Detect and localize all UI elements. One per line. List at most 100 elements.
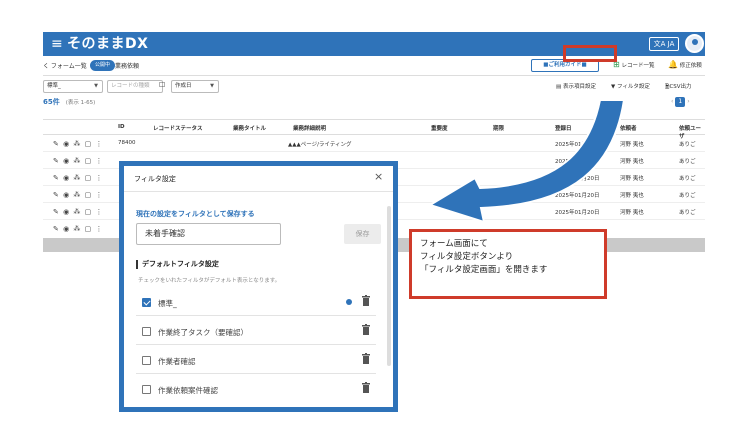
filter-item-label: 作業依頼案件確認 — [158, 386, 218, 395]
revision-request-label: 修正依頼 — [679, 63, 702, 69]
filter-item-label: 作業終了タスク（要確認） — [158, 328, 248, 337]
cell-requester: 河野 夷也 — [620, 210, 644, 216]
callout-line: フォーム画面にて — [420, 239, 488, 249]
default-indicator-icon — [346, 299, 352, 305]
trash-icon[interactable] — [362, 353, 370, 364]
cell-user: ありご — [679, 193, 696, 199]
cell-date: 2025年01月20日 — [555, 159, 600, 165]
column-header[interactable]: 登録日 — [555, 124, 572, 132]
cell-user: ありご — [679, 142, 696, 148]
record-list-label: レコード一覧 — [621, 63, 655, 69]
filter-list-item[interactable]: 作業終了タスク（要確認） — [136, 319, 376, 345]
trash-icon[interactable] — [362, 324, 370, 335]
checkbox[interactable] — [142, 385, 151, 394]
cell-date: 2025年01月20日 — [555, 142, 600, 148]
bell-icon: 🔔 — [668, 60, 678, 69]
column-header[interactable]: 業務詳細説明 — [293, 124, 326, 132]
menu-icon[interactable]: ≡ — [51, 35, 63, 53]
table-row[interactable]: ✎ ◉ ⁂ ▢ ⋮ 78400 ▲▲▲ページ/ライティング 2025年01月20… — [43, 136, 705, 152]
filter-name-input[interactable]: 未着手確認 — [136, 223, 281, 245]
filter-icon: ▼ — [611, 84, 616, 90]
cell-user: ありご — [679, 176, 696, 182]
cell-detail: ▲▲▲ページ/ライティング — [288, 142, 352, 148]
cell-requester: 河野 夷也 — [620, 176, 644, 182]
status-badge: 公開中 — [90, 60, 116, 71]
column-header[interactable]: レコードステータス — [153, 124, 203, 132]
filter-bar: 標準_ ▼ レコードの種類 ☐ 作成日 ▼ ▤ 表示項目設定 ▼ フィルタ設定 🗎C… — [43, 80, 705, 94]
row-action-icons[interactable]: ✎ ◉ ⁂ ▢ ⋮ — [53, 140, 104, 148]
modal-title: フィルタ設定 — [134, 175, 176, 183]
callout-line: フィルタ設定ボタンより — [420, 252, 514, 262]
filter-settings-label: フィルタ設定 — [616, 84, 650, 90]
filter-settings-modal: フィルタ設定 × 現在の設定をフィルタとして保存する 未着手確認 保存 デフォル… — [119, 161, 398, 412]
pagination: ‹ 1 › — [671, 97, 690, 107]
calendar-icon[interactable]: ☐ — [159, 81, 165, 89]
date-select[interactable]: 作成日 ▼ — [171, 80, 219, 93]
count-range: (表示 1-65) — [65, 100, 96, 106]
column-header[interactable]: 業務タイトル — [233, 124, 266, 132]
revision-request-button[interactable]: 🔔 修正依頼 — [668, 60, 702, 69]
filter-item-label: 作業者確認 — [158, 357, 196, 366]
view-select[interactable]: 標準_ ▼ — [43, 80, 103, 93]
row-action-icons[interactable]: ✎ ◉ ⁂ ▢ ⋮ — [53, 174, 104, 182]
cell-id: 78400 — [118, 140, 136, 146]
filter-settings-button[interactable]: ▼ フィルタ設定 — [611, 82, 650, 90]
cell-date: 2025年01月20日 — [555, 193, 600, 199]
display-settings-label: 表示項目設定 — [562, 84, 596, 90]
csv-export-button[interactable]: 🗎CSV出力 — [665, 82, 692, 92]
filter-list-item[interactable]: 標準_ — [136, 290, 376, 316]
close-icon[interactable]: × — [374, 171, 383, 183]
filter-list-item[interactable]: 作業依頼案件確認 — [136, 377, 376, 403]
trash-icon[interactable] — [362, 295, 370, 306]
save-button[interactable]: 保存 — [344, 224, 381, 244]
cell-requester: 河野 夷也 — [620, 142, 644, 148]
app-title: そのままDX — [67, 36, 149, 52]
default-filter-description: チェックをいれたフィルタがデフォルト表示となります。 — [138, 278, 281, 284]
filter-item-label: 標準_ — [158, 299, 177, 308]
view-select-value: 標準_ — [47, 83, 61, 89]
keyword-placeholder: レコードの種類 — [111, 83, 150, 89]
column-header[interactable]: ID — [118, 124, 125, 130]
column-header[interactable]: 期限 — [493, 124, 504, 132]
display-settings-link[interactable]: ▤ 表示項目設定 — [556, 82, 596, 90]
row-action-icons[interactable]: ✎ ◉ ⁂ ▢ ⋮ — [53, 225, 104, 233]
column-header[interactable]: 依頼者 — [620, 124, 637, 132]
column-header[interactable]: 重要度 — [431, 124, 448, 132]
screenshot-root: ≡ そのままDX 文A JA く フォーム一覧 公開中 業務依頼 ■ご利用ガイド… — [0, 0, 748, 430]
language-button[interactable]: 文A JA — [649, 37, 679, 51]
cell-date: 2025年01月20日 — [555, 176, 600, 182]
row-action-icons[interactable]: ✎ ◉ ⁂ ▢ ⋮ — [53, 208, 104, 216]
instruction-callout: フォーム画面にて フィルタ設定ボタンより 「フィルタ設定画面」を開きます — [409, 229, 607, 299]
cell-requester: 河野 夷也 — [620, 159, 644, 165]
record-list-button[interactable]: ⊞ レコード一覧 — [613, 60, 654, 69]
cell-date: 2025年01月20日 — [555, 210, 600, 216]
current-page[interactable]: 1 — [675, 97, 686, 107]
table-header: ID レコードステータス 業務タイトル 業務詳細説明 重要度 期限 登録日 依頼… — [43, 119, 705, 140]
default-filter-heading: デフォルトフィルタ設定 — [136, 260, 219, 269]
save-filter-heading: 現在の設定をフィルタとして保存する — [136, 210, 255, 218]
next-page-icon[interactable]: › — [685, 98, 689, 105]
csv-label: CSV出力 — [669, 84, 692, 90]
keyword-input[interactable]: レコードの種類 — [107, 80, 163, 93]
cell-user: ありご — [679, 210, 696, 216]
filter-settings-highlight — [563, 45, 617, 62]
row-action-icons[interactable]: ✎ ◉ ⁂ ▢ ⋮ — [53, 157, 104, 165]
filter-list-item[interactable]: 作業者確認 — [136, 348, 376, 374]
date-select-value: 作成日 — [175, 83, 192, 89]
user-avatar-icon[interactable] — [685, 34, 704, 53]
checkbox-checked[interactable] — [142, 298, 151, 307]
back-to-form-list-link[interactable]: く フォーム一覧 — [43, 61, 87, 70]
trash-icon[interactable] — [362, 382, 370, 393]
checkbox[interactable] — [142, 356, 151, 365]
callout-line: 「フィルタ設定画面」を開きます — [420, 265, 548, 275]
breadcrumb-current: 業務依頼 — [115, 63, 140, 70]
calendar-icon[interactable] — [166, 80, 169, 93]
checkbox[interactable] — [142, 327, 151, 336]
chevron-down-icon: ▼ — [210, 83, 214, 89]
row-action-icons[interactable]: ✎ ◉ ⁂ ▢ ⋮ — [53, 191, 104, 199]
record-count: 65件 (表示 1-65) — [43, 97, 95, 107]
cell-user: ありご — [679, 159, 696, 165]
modal-header: フィルタ設定 × — [124, 166, 393, 192]
chevron-down-icon: ▼ — [94, 83, 98, 89]
modal-scrollbar[interactable] — [387, 206, 391, 366]
